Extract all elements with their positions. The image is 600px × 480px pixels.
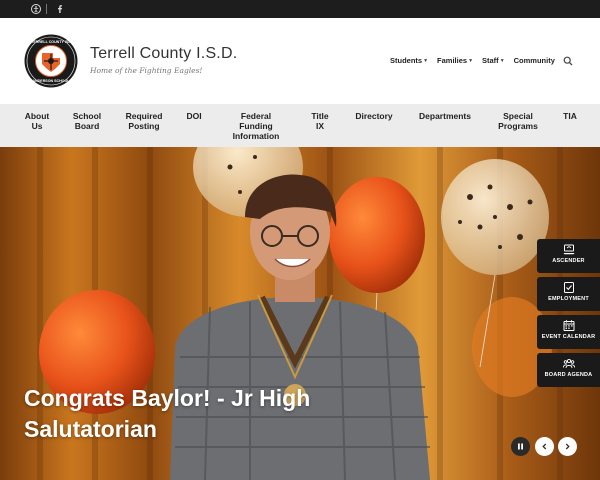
nav-label: Special [503,111,533,121]
nav-school-board[interactable]: School Board [70,111,104,131]
caret-down-icon: ▼ [468,57,474,64]
nav-label: Staff [482,56,499,65]
ascender-icon [563,244,574,255]
nav-label: Directory [355,111,393,121]
board-agenda-icon [562,358,575,369]
logo-ring-text: SANDERSON SCHOOLS [30,79,72,83]
nav-label: Students [390,56,423,65]
nav-label: Posting [128,121,160,131]
nav-label: Families [437,56,468,65]
nav-label: School [72,111,102,121]
nav-item-families[interactable]: Families ▼ [437,56,473,65]
nav-label: DOI [186,111,202,121]
slide-caption[interactable]: Congrats Baylor! - Jr High Salutatorian [24,383,310,445]
chevron-left-icon [542,443,547,450]
nav-item-students[interactable]: Students ▼ [390,56,428,65]
nav-label: Community [513,56,555,65]
audience-nav: Students ▼ Families ▼ Staff ▼ Community [390,56,555,65]
nav-label: Departments [419,111,471,121]
nav-item-community[interactable]: Community [514,56,555,65]
nav-federal-funding[interactable]: Federal Funding Information [226,111,286,141]
quicklink-label: EMPLOYMENT [548,296,589,302]
nav-label: Board [74,121,100,131]
site-header: TERRELL COUNTY ISD SANDERSON SCHOOLS Ter… [0,18,600,104]
site-tagline: Home of the Fighting Eagles! [90,66,203,75]
web-accessibility-icon[interactable] [30,3,42,15]
slide-caption-line: Salutatorian [24,416,157,442]
utility-bar [0,0,600,18]
previous-slide-button[interactable] [535,437,554,456]
calendar-icon [563,320,574,331]
nav-label: Funding [239,121,273,131]
nav-label: Programs [498,121,538,131]
nav-required-posting[interactable]: Required Posting [122,111,166,131]
quicklink-label: ASCENDER [552,258,585,264]
quick-links: ASCENDER EMPLOYMENT EVENT CALENDAR BOARD… [537,239,600,391]
chevron-right-icon [565,443,570,450]
pause-icon [518,443,523,450]
quicklink-label: BOARD AGENDA [544,372,593,378]
district-logo[interactable]: TERRELL COUNTY ISD SANDERSON SCHOOLS [24,34,78,88]
search-icon[interactable] [563,56,573,66]
nav-about-us[interactable]: About Us [22,111,52,131]
nav-label: Required [125,111,163,121]
caret-down-icon: ▼ [499,57,505,64]
nav-title-ix[interactable]: Title IX [306,111,334,131]
quicklink-employment[interactable]: EMPLOYMENT [537,277,600,311]
facebook-icon[interactable] [54,3,66,15]
next-slide-button[interactable] [558,437,577,456]
nav-label: TIA [563,111,577,121]
nav-item-staff[interactable]: Staff ▼ [482,56,505,65]
hero-slideshow: Congrats Baylor! - Jr High Salutatorian [0,147,600,480]
nav-special-programs[interactable]: Special Programs [494,111,542,131]
nav-departments[interactable]: Departments [414,111,476,121]
nav-label: Federal [240,111,272,121]
nav-label: Us [31,121,43,131]
nav-label: Information [232,131,280,141]
site-title[interactable]: Terrell County I.S.D. [90,45,237,63]
slide-caption-line: Congrats Baylor! - Jr High [24,385,311,411]
quicklink-label: EVENT CALENDAR [541,334,596,340]
nav-label: About [24,111,50,121]
divider [46,4,47,14]
nav-label: Title [311,111,329,121]
caret-down-icon: ▼ [423,57,429,64]
quicklink-board-agenda[interactable]: BOARD AGENDA [537,353,600,387]
logo-ring-text: TERRELL COUNTY ISD [31,40,71,44]
nav-directory[interactable]: Directory [350,111,398,121]
quicklink-ascender[interactable]: ASCENDER [537,239,600,273]
nav-tia[interactable]: TIA [558,111,582,121]
pause-button[interactable] [511,437,530,456]
nav-label: IX [315,121,325,131]
main-nav: About Us School Board Required Posting D… [0,104,600,147]
employment-icon [563,282,574,293]
nav-doi[interactable]: DOI [182,111,206,121]
quicklink-event-calendar[interactable]: EVENT CALENDAR [537,315,600,349]
